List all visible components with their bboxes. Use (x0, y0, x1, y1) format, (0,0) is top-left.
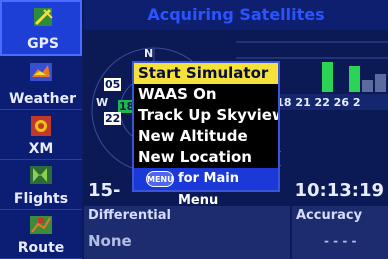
sidebar-item-weather[interactable]: Weather (0, 57, 82, 110)
differential-label: Differential (88, 208, 171, 223)
title-bar: Acquiring Satellites (84, 0, 388, 30)
satellite-22: 22 (104, 112, 122, 125)
gps-screen: GPS Weather XM Flights Route Acquiring S… (0, 0, 388, 259)
menu-footer: MENU for Main Menu (134, 168, 278, 208)
flights-icon (30, 166, 52, 184)
menu-item-new-location[interactable]: New Location (134, 147, 278, 168)
route-icon (30, 216, 52, 234)
position-readout: 15- (88, 180, 121, 201)
sidebar-item-label: XM (28, 141, 54, 157)
info-fields: Differential None Accuracy - - - - (84, 206, 388, 259)
sidebar-item-label: Weather (9, 91, 76, 107)
sidebar-item-route[interactable]: Route (0, 210, 82, 259)
menu-item-new-altitude[interactable]: New Altitude (134, 126, 278, 147)
page-title: Acquiring Satellites (147, 5, 325, 24)
sidebar-item-label: Flights (13, 191, 69, 207)
sidebar-item-flights[interactable]: Flights (0, 160, 82, 210)
sidebar: GPS Weather XM Flights Route (0, 0, 82, 259)
sidebar-item-xm[interactable]: XM (0, 110, 82, 160)
west-label: W (96, 96, 109, 109)
options-menu: Start Simulator WAAS On Track Up Skyview… (132, 61, 280, 208)
accuracy-label: Accuracy (296, 208, 363, 223)
sidebar-item-gps[interactable]: GPS (0, 0, 82, 56)
gps-satellite-icon (34, 8, 53, 26)
weather-icon (30, 63, 52, 81)
time-readout: 10:13:19 (294, 180, 384, 201)
accuracy-value: - - - - (324, 234, 357, 248)
satellite-05: 05 (104, 78, 122, 91)
differential-value: None (88, 232, 132, 250)
sidebar-item-label: Route (17, 240, 65, 256)
sidebar-item-label: GPS (27, 36, 59, 52)
menu-item-start-simulator[interactable]: Start Simulator (134, 63, 278, 84)
xm-icon (31, 116, 51, 136)
north-label: N (144, 47, 154, 60)
menu-item-track-up-skyview[interactable]: Track Up Skyview (134, 105, 278, 126)
menu-item-waas-on[interactable]: WAAS On (134, 84, 278, 105)
menu-button-icon[interactable]: MENU (146, 171, 174, 187)
